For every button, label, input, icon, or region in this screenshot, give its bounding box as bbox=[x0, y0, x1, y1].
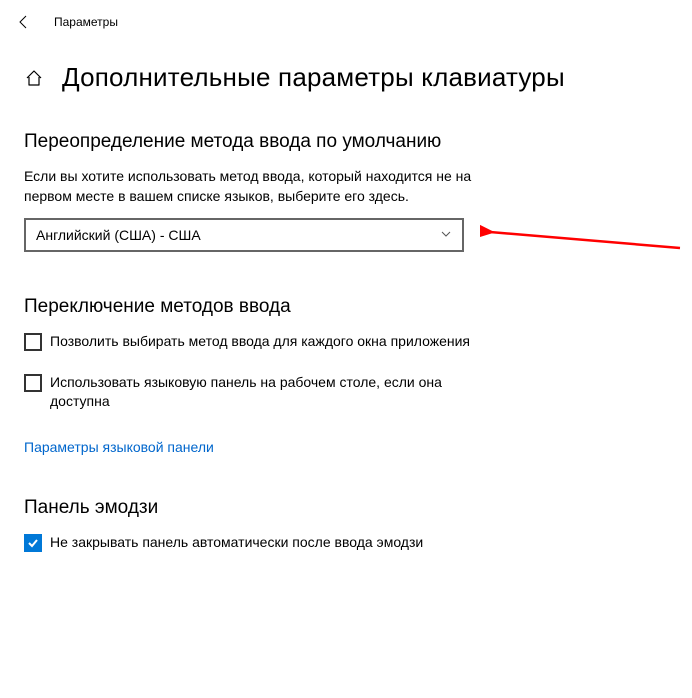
chevron-down-icon bbox=[440, 227, 452, 243]
emoji-panel-label: Не закрывать панель автоматически после … bbox=[50, 533, 423, 552]
dropdown-value: Английский (США) - США bbox=[36, 227, 201, 243]
language-bar-checkbox[interactable] bbox=[24, 374, 42, 392]
emoji-panel-checkbox[interactable] bbox=[24, 534, 42, 552]
switching-section-title: Переключение методов ввода bbox=[24, 296, 668, 318]
language-bar-settings-link[interactable]: Параметры языковой панели bbox=[24, 439, 214, 455]
emoji-section-title: Панель эмодзи bbox=[24, 497, 668, 519]
language-bar-label: Использовать языковую панель на рабочем … bbox=[50, 373, 494, 411]
arrow-left-icon bbox=[16, 14, 32, 30]
per-app-input-label: Позволить выбирать метод ввода для каждо… bbox=[50, 332, 470, 351]
override-description: Если вы хотите использовать метод ввода,… bbox=[24, 167, 484, 206]
input-method-dropdown[interactable]: Английский (США) - США bbox=[24, 218, 464, 252]
page-title: Дополнительные параметры клавиатуры bbox=[62, 62, 565, 93]
home-icon bbox=[25, 69, 43, 87]
override-section-title: Переопределение метода ввода по умолчани… bbox=[24, 131, 668, 153]
home-button[interactable] bbox=[24, 68, 44, 88]
check-icon bbox=[26, 536, 40, 550]
back-button[interactable] bbox=[12, 10, 36, 34]
per-app-input-checkbox[interactable] bbox=[24, 333, 42, 351]
window-title: Параметры bbox=[54, 15, 118, 29]
